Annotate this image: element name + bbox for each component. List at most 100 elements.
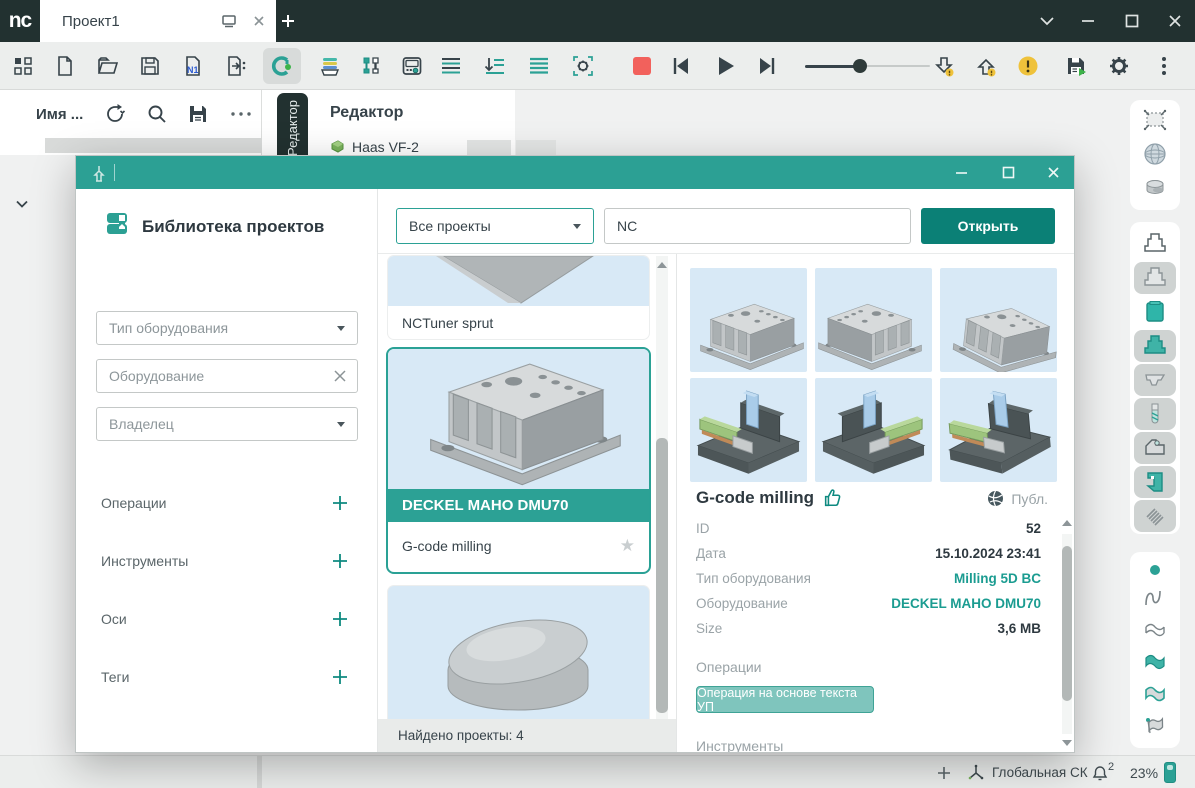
goto-line-icon[interactable]: [483, 54, 507, 78]
settings-gear-icon[interactable]: [1107, 54, 1131, 78]
program-lines-icon[interactable]: [439, 54, 463, 78]
scroll-up-icon[interactable]: [1062, 520, 1072, 526]
postprocessor-icon[interactable]: [318, 54, 342, 78]
machine-head-button[interactable]: [1134, 466, 1176, 498]
solid-surface-button[interactable]: [1134, 646, 1176, 678]
operation-chip[interactable]: Операция на основе текста УП: [696, 686, 874, 713]
part-outline-button[interactable]: [1134, 228, 1176, 260]
add-tags-filter-button[interactable]: [331, 668, 349, 686]
details-scrollbar-thumb[interactable]: [1062, 546, 1072, 701]
tree-selected-row[interactable]: [45, 138, 262, 153]
scroll-up-icon[interactable]: [657, 262, 667, 268]
simulation-settings-icon[interactable]: [571, 54, 595, 78]
clear-icon[interactable]: [333, 369, 347, 383]
upload-project-icon[interactable]: [974, 54, 998, 78]
surface-mode-button[interactable]: [1134, 614, 1176, 646]
add-csys-button[interactable]: [936, 756, 952, 788]
stock-teal-button[interactable]: [1134, 296, 1176, 328]
new-file-icon[interactable]: [53, 54, 77, 78]
flag-mode-button[interactable]: [1134, 710, 1176, 742]
dialog-close-icon[interactable]: [1046, 165, 1061, 180]
list-scrollbar-thumb[interactable]: [656, 438, 668, 713]
display-modes-group: [1130, 552, 1180, 748]
add-operations-filter-button[interactable]: [331, 494, 349, 512]
warning-icon[interactable]: [1016, 54, 1040, 78]
pin-icon[interactable]: [90, 163, 108, 183]
favorite-star-icon[interactable]: ★: [620, 536, 635, 556]
float-window-icon[interactable]: [220, 13, 238, 29]
open-project-button[interactable]: Открыть: [921, 208, 1055, 244]
play-icon[interactable]: [713, 54, 737, 78]
library-search-input[interactable]: [605, 209, 910, 243]
import-program-icon[interactable]: [224, 54, 248, 78]
speed-slider-track[interactable]: [862, 65, 930, 67]
stop-icon[interactable]: [630, 54, 654, 78]
save-icon[interactable]: [138, 54, 162, 78]
part-teal-button[interactable]: [1134, 330, 1176, 362]
more-menu-icon[interactable]: [1152, 54, 1176, 78]
workpiece-view-button[interactable]: [1134, 172, 1176, 204]
skip-back-icon[interactable]: [669, 54, 693, 78]
window-close-icon[interactable]: [1167, 13, 1183, 29]
equipment-type-link[interactable]: Milling 5D BC: [954, 571, 1041, 586]
nc-program-file-icon[interactable]: N1: [181, 54, 205, 78]
tree-more-icon[interactable]: [228, 108, 254, 120]
add-axes-filter-button[interactable]: [331, 610, 349, 628]
shaded-surface-button[interactable]: [1134, 678, 1176, 710]
window-menu-chevron-icon[interactable]: [1036, 13, 1058, 29]
scroll-down-icon[interactable]: [1062, 740, 1072, 746]
open-folder-icon[interactable]: [96, 54, 120, 78]
tool-button[interactable]: [1134, 398, 1176, 430]
like-icon[interactable]: [822, 487, 844, 509]
owner-filter[interactable]: Владелец: [96, 407, 358, 441]
project-card-nctuner[interactable]: NCTuner sprut: [388, 256, 649, 339]
save-tree-icon[interactable]: [186, 102, 210, 126]
project-card-selected[interactable]: DECKEL MAHO DMU70 G-code milling ★: [386, 347, 651, 574]
selected-lines-icon[interactable]: [527, 54, 551, 78]
csys-selector[interactable]: Глобальная СК: [992, 756, 1088, 788]
splitter-handle[interactable]: [257, 756, 262, 788]
control-panel-icon[interactable]: [400, 54, 424, 78]
refresh-icon[interactable]: [103, 102, 127, 126]
skip-forward-icon[interactable]: [755, 54, 779, 78]
scope-select[interactable]: Все проекты: [396, 208, 594, 244]
window-maximize-icon[interactable]: [1124, 13, 1140, 29]
project-tab[interactable]: Проект1: [40, 0, 276, 42]
preview-thumbnail-1[interactable]: [690, 268, 807, 372]
fixture-button[interactable]: [1134, 364, 1176, 396]
dialog-minimize-icon[interactable]: [954, 165, 969, 180]
save-and-run-icon[interactable]: [1064, 54, 1088, 78]
speed-slider-knob[interactable]: [853, 59, 867, 73]
dialog-titlebar[interactable]: [76, 156, 1074, 189]
download-project-icon[interactable]: [932, 54, 956, 78]
preview-thumbnail-6[interactable]: [940, 378, 1057, 482]
equipment-filter[interactable]: Оборудование: [96, 359, 358, 393]
dialog-maximize-icon[interactable]: [1001, 165, 1016, 180]
editor-vertical-tab[interactable]: Редактор: [277, 93, 308, 163]
svg-text:N1: N1: [187, 65, 199, 75]
fit-view-button[interactable]: [1134, 104, 1176, 136]
search-icon[interactable]: [145, 102, 169, 126]
editor-machine-item[interactable]: Haas VF-2: [352, 139, 419, 155]
equipment-type-filter[interactable]: Тип оборудования: [96, 311, 358, 345]
preview-thumbnail-2[interactable]: [815, 268, 932, 372]
toolpath-hatch-button[interactable]: [1134, 500, 1176, 532]
preview-thumbnail-4[interactable]: [690, 378, 807, 482]
part-gray-button[interactable]: [1134, 262, 1176, 294]
window-minimize-icon[interactable]: [1080, 13, 1096, 29]
tools-pair-icon[interactable]: [359, 54, 383, 78]
collapse-chevron-icon[interactable]: [14, 196, 30, 212]
curve-mode-button[interactable]: [1134, 582, 1176, 614]
tab-close-icon[interactable]: [252, 14, 266, 28]
new-tab-button[interactable]: [276, 9, 300, 33]
preview-thumbnail-5[interactable]: [815, 378, 932, 482]
machine-sim-button[interactable]: [1134, 432, 1176, 464]
sphere-view-button[interactable]: [1134, 138, 1176, 170]
add-tools-filter-button[interactable]: [331, 552, 349, 570]
preview-thumbnail-3[interactable]: [940, 268, 1057, 372]
equipment-link[interactable]: DECKEL MAHO DMU70: [891, 596, 1041, 611]
machine-connect-icon[interactable]: [270, 54, 294, 78]
project-card-partial[interactable]: [388, 586, 649, 719]
apps-grid-icon[interactable]: [11, 54, 35, 78]
notifications-button[interactable]: 2: [1090, 756, 1116, 788]
